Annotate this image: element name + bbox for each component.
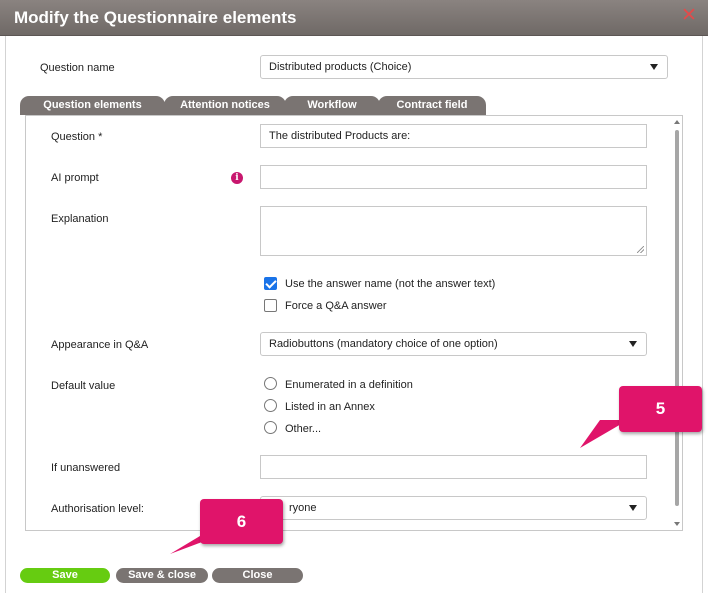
if-unanswered-label: If unanswered <box>51 462 121 474</box>
close-button[interactable]: Close <box>212 568 303 583</box>
ai-prompt-label: AI prompt <box>51 172 99 184</box>
question-name-value: Distributed products (Choice) <box>269 61 412 73</box>
force-qa-label: Force a Q&A answer <box>285 300 387 312</box>
close-icon[interactable]: ✕ <box>680 6 698 25</box>
default-radio-annex[interactable] <box>264 399 277 412</box>
default-option-label: Enumerated in a definition <box>285 379 413 391</box>
scroll-up-icon[interactable] <box>674 120 680 124</box>
dialog-titlebar: Modify the Questionnaire elements ✕ <box>0 0 708 36</box>
resize-handle-icon[interactable] <box>637 246 644 253</box>
chevron-down-icon <box>650 64 658 70</box>
callout-badge-6: 6 <box>200 499 283 544</box>
default-value-label: Default value <box>51 380 116 392</box>
info-icon[interactable]: i <box>231 172 243 184</box>
modify-questionnaire-dialog: Modify the Questionnaire elements ✕ Ques… <box>0 0 708 598</box>
chevron-down-icon <box>629 341 637 347</box>
question-label: Question * <box>51 131 103 143</box>
question-name-label: Question name <box>40 62 115 74</box>
tab-attention-notices[interactable]: Attention notices <box>164 96 286 115</box>
question-input[interactable]: The distributed Products are: <box>260 124 647 148</box>
authorisation-select[interactable]: ryone <box>260 496 647 520</box>
default-option-label: Listed in an Annex <box>285 401 375 413</box>
use-answer-name-label: Use the answer name (not the answer text… <box>285 278 496 290</box>
use-answer-name-checkbox[interactable] <box>264 277 277 290</box>
dialog-title: Modify the Questionnaire elements <box>14 8 297 27</box>
default-radio-enumerated[interactable] <box>264 377 277 390</box>
default-option-label: Other... <box>285 423 322 435</box>
appearance-select[interactable]: Radiobuttons (mandatory choice of one op… <box>260 332 647 356</box>
question-name-select[interactable]: Distributed products (Choice) <box>260 55 668 79</box>
ai-prompt-input[interactable] <box>260 165 647 189</box>
panel-scrollbar[interactable] <box>672 116 682 530</box>
callout-badge-5: 5 <box>619 386 702 432</box>
save-close-button[interactable]: Save & close <box>116 568 208 583</box>
appearance-label: Appearance in Q&A <box>51 339 149 351</box>
explanation-label: Explanation <box>51 213 109 225</box>
appearance-value: Radiobuttons (mandatory choice of one op… <box>269 338 498 350</box>
tab-question-elements[interactable]: Question elements <box>20 96 165 115</box>
explanation-textarea[interactable] <box>260 206 647 256</box>
save-button[interactable]: Save <box>20 568 110 583</box>
scroll-thumb[interactable] <box>675 130 679 506</box>
default-radio-other[interactable] <box>264 421 277 434</box>
chevron-down-icon <box>629 505 637 511</box>
force-qa-checkbox[interactable] <box>264 299 277 312</box>
if-unanswered-input[interactable] <box>260 455 647 479</box>
scroll-down-icon[interactable] <box>674 522 680 526</box>
tab-contract-field[interactable]: Contract field <box>378 96 486 115</box>
tab-workflow[interactable]: Workflow <box>284 96 380 115</box>
authorisation-label: Authorisation level: <box>51 503 144 515</box>
